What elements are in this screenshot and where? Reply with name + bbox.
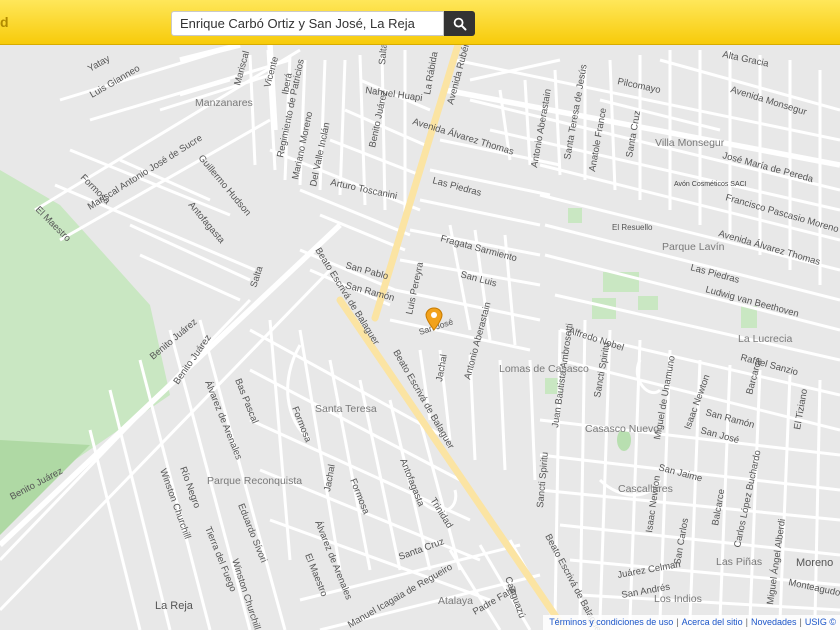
svg-text:Villa Monsegur: Villa Monsegur <box>655 137 725 149</box>
svg-text:Moreno: Moreno <box>796 557 833 569</box>
search-button[interactable] <box>444 11 475 36</box>
svg-text:Las Piñas: Las Piñas <box>716 556 762 568</box>
usig-link[interactable]: USIG © <box>805 617 836 627</box>
svg-text:Manzanares: Manzanares <box>195 97 253 109</box>
svg-text:El Resuello: El Resuello <box>612 223 653 232</box>
map-canvas[interactable]: Yatay Luis Gianneo Mariscal Vicente Iber… <box>0 45 840 630</box>
news-link[interactable]: Novedades <box>751 617 797 627</box>
svg-text:Salta: Salta <box>377 45 390 65</box>
search-icon <box>453 17 466 30</box>
svg-text:Parque Reconquista: Parque Reconquista <box>207 475 302 487</box>
svg-text:Santa Teresa: Santa Teresa <box>315 403 377 415</box>
top-bar: d <box>0 0 840 45</box>
map-footer: Términos y condiciones de uso | Acerca del… <box>543 615 840 630</box>
search-input[interactable] <box>171 11 444 36</box>
svg-text:Parque Lavín: Parque Lavín <box>662 241 725 253</box>
svg-text:Cascallares: Cascallares <box>618 483 673 495</box>
svg-text:La Lucrecia: La Lucrecia <box>738 333 792 345</box>
about-link[interactable]: Acerca del sitio <box>682 617 743 627</box>
brand-fragment: d <box>0 14 9 30</box>
svg-text:Los Indios: Los Indios <box>654 593 702 605</box>
svg-text:La Reja: La Reja <box>155 600 194 612</box>
svg-text:Casasco Nuevo: Casasco Nuevo <box>585 423 659 435</box>
svg-text:Lomas de Casasco: Lomas de Casasco <box>499 363 589 375</box>
svg-text:Avón Cosméticos SACI: Avón Cosméticos SACI <box>674 181 747 188</box>
terms-link[interactable]: Términos y condiciones de uso <box>549 617 673 627</box>
svg-text:Atalaya: Atalaya <box>438 595 473 607</box>
